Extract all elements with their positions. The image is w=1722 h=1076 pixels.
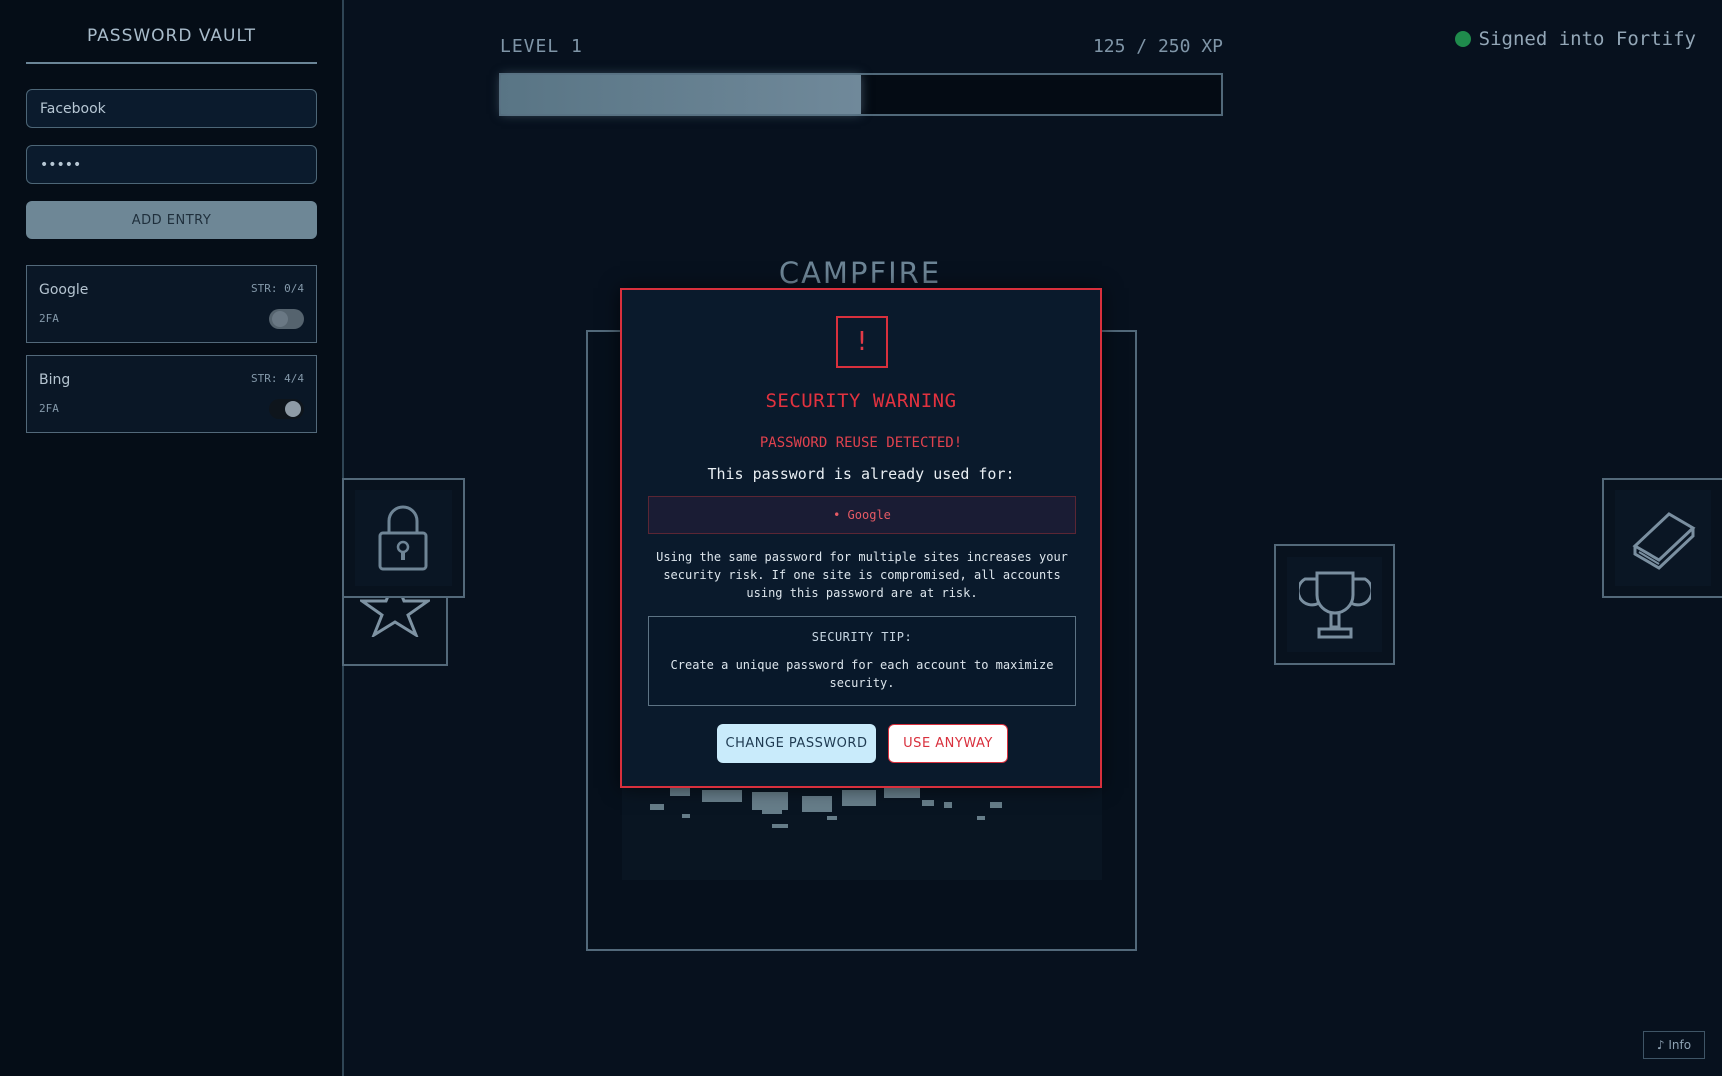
level-label: LEVEL 1 <box>500 36 583 57</box>
ember-pixel <box>650 804 664 810</box>
info-button[interactable]: ♪ Info <box>1643 1031 1705 1059</box>
security-tip-box: SECURITY TIP: Create a unique password f… <box>648 616 1076 706</box>
entry-2fa-label: 2FA <box>39 402 59 415</box>
tile-inner <box>1614 490 1712 586</box>
ember-pixel <box>762 808 782 814</box>
ember-pixel <box>827 816 837 820</box>
vault-title: PASSWORD VAULT <box>26 26 317 64</box>
toggle-knob <box>285 401 301 417</box>
dialog-title: SECURITY WARNING <box>765 390 957 412</box>
entry-2fa-label: 2FA <box>39 312 59 325</box>
change-password-button[interactable]: CHANGE PASSWORD <box>717 724 876 763</box>
password-vault-sidebar: PASSWORD VAULT ADD ENTRY Google STR: 0/4… <box>0 0 344 1076</box>
security-warning-dialog: ! SECURITY WARNING PASSWORD REUSE DETECT… <box>620 288 1102 788</box>
badge-tile-book[interactable] <box>1602 478 1722 598</box>
password-input[interactable] <box>26 145 317 184</box>
xp-progress-bar <box>499 73 1223 116</box>
online-status-icon <box>1454 31 1471 47</box>
ember-pixel <box>922 800 934 806</box>
entry-name: Bing <box>39 372 71 388</box>
add-entry-button[interactable]: ADD ENTRY <box>26 201 317 239</box>
reuse-detected-text: PASSWORD REUSE DETECTED! <box>759 435 963 451</box>
reused-sites-list: • Google <box>648 496 1076 534</box>
tip-title: SECURITY TIP: <box>811 630 913 644</box>
use-anyway-button[interactable]: USE ANYWAY <box>888 724 1008 763</box>
lock-icon <box>378 505 428 571</box>
sign-in-status-text: Signed into Fortify <box>1478 28 1696 50</box>
book-icon <box>1632 512 1696 570</box>
xp-progress-fill <box>501 75 861 114</box>
entry-strength: STR: 0/4 <box>251 282 304 295</box>
trophy-icon <box>1298 571 1371 638</box>
risk-explanation: Using the same password for multiple sit… <box>656 550 1068 600</box>
ember-pixel <box>977 816 985 820</box>
entry-name: Google <box>39 282 89 298</box>
warning-icon: ! <box>836 316 888 368</box>
ember-pixel <box>802 796 832 812</box>
ember-pixel <box>682 814 690 818</box>
2fa-toggle[interactable] <box>269 399 304 419</box>
ember-pixel <box>670 788 690 796</box>
campfire-embers <box>622 780 1102 880</box>
ember-pixel <box>990 802 1002 808</box>
toggle-knob <box>272 311 288 327</box>
badge-tile-lock[interactable] <box>342 478 465 598</box>
vault-entry-google[interactable]: Google STR: 0/4 2FA <box>26 265 317 343</box>
tile-inner <box>354 490 453 586</box>
2fa-toggle[interactable] <box>269 309 304 329</box>
ember-pixel <box>842 790 876 806</box>
used-for-label: This password is already used for: <box>707 465 1015 483</box>
tip-text: Create a unique password for each accoun… <box>670 658 1054 690</box>
scene-title: CAMPFIRE <box>778 256 942 290</box>
badge-tile-trophy[interactable] <box>1274 544 1395 665</box>
xp-label: 125 / 250 XP <box>1092 36 1223 57</box>
site-name-input[interactable] <box>26 89 317 128</box>
ember-pixel <box>772 824 788 828</box>
tile-inner <box>1286 556 1383 653</box>
vault-entry-bing[interactable]: Bing STR: 4/4 2FA <box>26 355 317 433</box>
ember-pixel <box>944 802 952 808</box>
entry-strength: STR: 4/4 <box>251 372 304 385</box>
sign-in-status: Signed into Fortify <box>1454 28 1696 50</box>
ember-pixel <box>702 790 742 802</box>
